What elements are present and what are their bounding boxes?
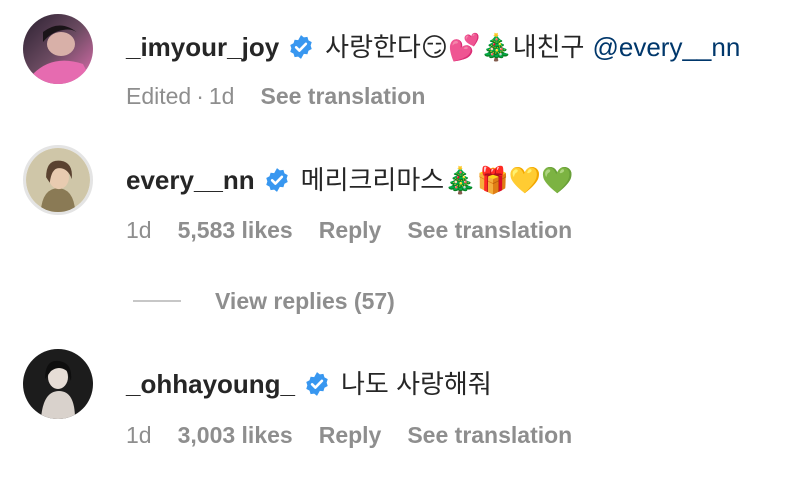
comment-text: 나도 사랑해줘	[341, 369, 492, 399]
comment-meta: 1d 5,583 likes Reply See translation	[126, 215, 572, 245]
comment-meta: Edited · 1d See translation	[126, 81, 425, 111]
likes-count-button[interactable]: 5,583 likes	[178, 215, 293, 245]
comment-time: 1d	[126, 217, 152, 243]
verified-badge-icon	[264, 167, 290, 193]
divider-line	[133, 300, 181, 302]
verified-badge-icon	[304, 371, 330, 397]
username-link[interactable]: _ohhayoung_	[126, 367, 295, 401]
edited-label: Edited	[126, 83, 192, 109]
see-translation-button[interactable]: See translation	[407, 215, 572, 245]
view-replies-button[interactable]: View replies (57)	[215, 286, 395, 316]
reply-button[interactable]: Reply	[319, 420, 382, 450]
username-link[interactable]: _imyour_joy	[126, 30, 279, 64]
avatar[interactable]	[23, 349, 93, 419]
avatar-photo-icon	[23, 14, 93, 84]
mention-link[interactable]: @every__nn	[592, 30, 740, 64]
avatar-photo-icon	[26, 148, 90, 212]
comment-time: 1d	[208, 83, 235, 109]
see-translation-button[interactable]: See translation	[407, 420, 572, 450]
reply-button[interactable]: Reply	[319, 215, 382, 245]
comment-header: every__nn 메리크리마스🎄🎁💛💚	[126, 163, 574, 197]
view-replies-row[interactable]: View replies (57)	[133, 286, 395, 316]
comment-text: 사랑한다😏💕🎄내친구	[325, 32, 585, 62]
verified-badge-icon	[288, 34, 314, 60]
avatar[interactable]	[23, 14, 93, 84]
see-translation-button[interactable]: See translation	[260, 81, 425, 111]
avatar[interactable]	[23, 145, 93, 215]
comment-meta: 1d 3,003 likes Reply See translation	[126, 420, 572, 450]
separator-dot: ·	[196, 83, 204, 109]
username-link[interactable]: every__nn	[126, 163, 255, 197]
likes-count-button[interactable]: 3,003 likes	[178, 420, 293, 450]
comment-header: _imyour_joy 사랑한다😏💕🎄내친구 @every__nn	[126, 30, 740, 64]
avatar-photo-icon	[23, 349, 93, 419]
comment-time: 1d	[126, 422, 152, 448]
comment-text: 메리크리마스🎄🎁💛💚	[300, 165, 574, 195]
comment-header: _ohhayoung_ 나도 사랑해줘	[126, 367, 492, 401]
